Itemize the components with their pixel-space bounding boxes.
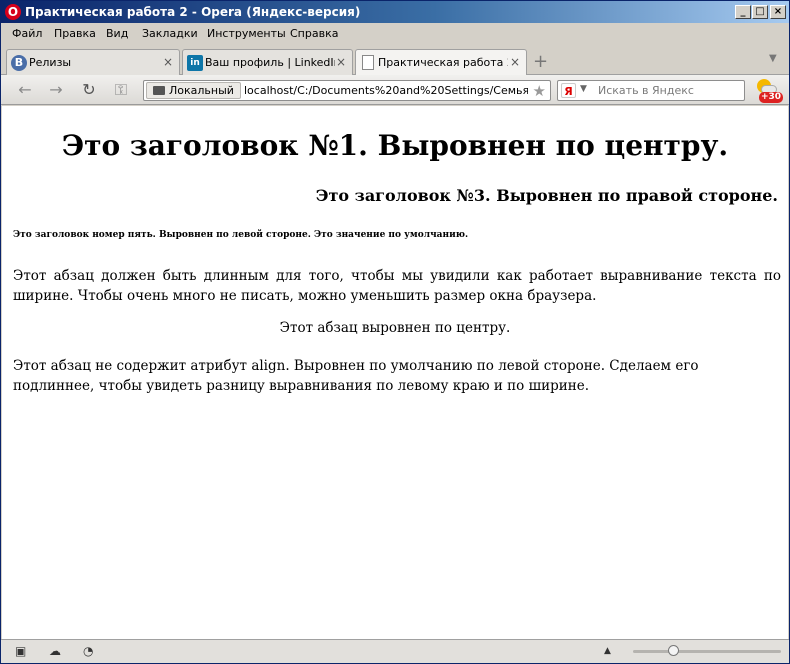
cloud-sync-icon[interactable]: ☁	[49, 645, 63, 657]
menu-help[interactable]: Справка	[290, 27, 338, 40]
page-content: Это заголовок №1. Выровнен по центру. Эт…	[2, 106, 788, 639]
local-badge[interactable]: Локальный	[146, 82, 241, 99]
close-tab-icon[interactable]: ×	[163, 55, 173, 69]
status-bar: ▣ ☁ ◔ ▲	[1, 639, 789, 663]
back-arrow-icon[interactable]: ←	[15, 80, 35, 100]
opera-logo-icon[interactable]: O	[5, 4, 21, 20]
maximize-button[interactable]: □	[752, 5, 768, 19]
menu-file[interactable]: Файл	[12, 27, 42, 40]
menu-view[interactable]: Вид	[106, 27, 128, 40]
search-field[interactable]: Я ▼ Искать в Яндекс	[557, 80, 745, 101]
url-input[interactable]: localhost/C:/Documents%20and%20Settings/…	[244, 84, 528, 97]
tab-menu-chevron-down-icon[interactable]: ▼	[769, 53, 777, 64]
paragraph-centered: Этот абзац выровнен по центру.	[279, 320, 511, 336]
zoom-slider[interactable]	[633, 645, 781, 656]
paragraph-default: Этот абзац не содержит атрибут align. Вы…	[13, 358, 699, 394]
window-title: Практическая работа 2 - Opera (Яндекс-ве…	[25, 5, 361, 19]
zoom-slider-handle[interactable]	[667, 645, 679, 656]
forward-arrow-icon[interactable]: →	[46, 80, 66, 100]
close-tab-icon[interactable]: ×	[510, 55, 520, 69]
title-bar[interactable]: O Практическая работа 2 - Opera (Яндекс-…	[1, 1, 789, 23]
speedometer-icon[interactable]: ◔	[83, 645, 97, 657]
tab-label: Практическая работа 2	[378, 56, 508, 69]
reload-icon[interactable]: ↻	[79, 80, 99, 100]
browser-window: O Практическая работа 2 - Opera (Яндекс-…	[0, 0, 790, 664]
search-placeholder: Искать в Яндекс	[598, 84, 694, 97]
menu-tools[interactable]: Инструменты	[207, 27, 286, 40]
key-icon[interactable]: ⚿	[111, 80, 131, 100]
menu-bookmarks[interactable]: Закладки	[142, 27, 198, 40]
tab-label: Релизы	[29, 56, 72, 69]
weather-widget[interactable]: +30	[753, 77, 784, 103]
paragraph-justified: Этот абзац должен быть длинным для того,…	[13, 268, 781, 304]
menu-edit[interactable]: Правка	[54, 27, 96, 40]
yandex-logo-icon[interactable]: Я	[561, 83, 576, 98]
menu-bar: Файл Правка Вид Закладки Инструменты Спр…	[1, 23, 789, 45]
heading-5: Это заголовок номер пять. Выровнен по ле…	[13, 230, 469, 240]
bookmark-star-icon[interactable]: ★	[533, 82, 546, 100]
heading-1: Это заголовок №1. Выровнен по центру.	[61, 129, 729, 162]
monitor-icon	[153, 86, 165, 95]
new-tab-plus-icon[interactable]: +	[533, 51, 548, 72]
tab-linkedin[interactable]: in Ваш профиль | LinkedIn ×	[182, 49, 353, 75]
tab-label: Ваш профиль | LinkedIn	[205, 56, 335, 69]
close-button[interactable]: ×	[770, 5, 786, 19]
minimize-button[interactable]: _	[735, 5, 751, 19]
tab-practical-work[interactable]: Практическая работа 2 ×	[355, 49, 527, 76]
weather-temperature: +30	[759, 92, 784, 103]
search-engine-chevron-down-icon[interactable]: ▼	[580, 84, 587, 94]
tab-releases[interactable]: В Релизы ×	[6, 49, 180, 75]
close-tab-icon[interactable]: ×	[336, 55, 346, 69]
address-bar[interactable]: Локальный localhost/C:/Documents%20and%2…	[143, 80, 551, 101]
heading-3: Это заголовок №3. Выровнен по правой сто…	[315, 186, 778, 205]
panel-toggle-icon[interactable]: ▣	[15, 645, 29, 657]
vk-icon: В	[11, 55, 27, 71]
local-badge-label: Локальный	[169, 84, 234, 97]
navigation-bar: ← → ↻ ⚿ Локальный localhost/C:/Documents…	[1, 75, 789, 105]
tab-bar: В Релизы × in Ваш профиль | LinkedIn × П…	[1, 45, 789, 76]
linkedin-icon: in	[187, 55, 203, 71]
page-icon	[362, 55, 374, 70]
zoom-menu-arrow-icon[interactable]: ▲	[604, 646, 611, 656]
